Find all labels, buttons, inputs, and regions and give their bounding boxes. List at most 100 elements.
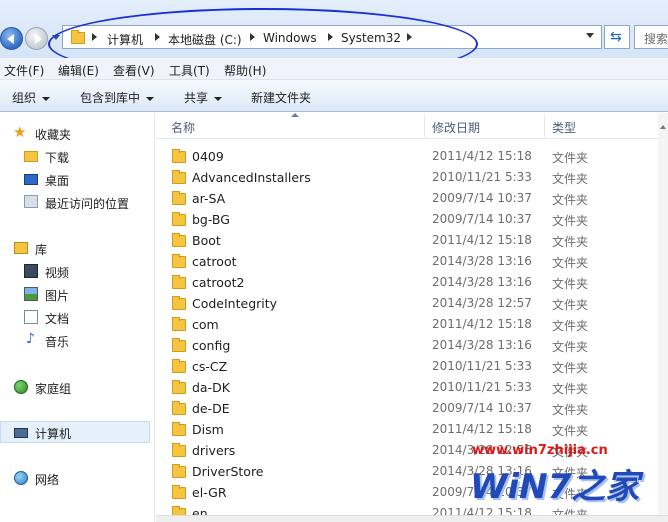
picture-icon [24, 287, 38, 301]
folder-icon [172, 359, 186, 373]
file-type: 文件夹 [552, 256, 589, 270]
nav-favorites[interactable]: ★ 收藏夹 [0, 122, 150, 144]
file-type: 文件夹 [552, 214, 589, 228]
file-type: 文件夹 [552, 403, 589, 417]
table-row[interactable]: com 2011/4/12 15:18 文件夹 [156, 314, 668, 335]
file-type: 文件夹 [552, 277, 589, 291]
nav-libraries-label: 库 [35, 243, 48, 257]
refresh-button[interactable]: ⇆ [604, 25, 630, 49]
computer-icon [14, 428, 28, 438]
folder-icon [172, 443, 186, 457]
folder-icon [172, 233, 186, 247]
file-name: de-DE [192, 401, 230, 416]
search-input[interactable]: 搜索 [634, 25, 668, 49]
menu-edit[interactable]: 编辑(E) [58, 62, 99, 79]
nav-libraries[interactable]: 库 [0, 237, 150, 259]
forward-button[interactable] [25, 27, 48, 50]
table-row[interactable]: CodeIntegrity 2014/3/28 12:57 文件夹 [156, 293, 668, 314]
column-divider[interactable] [424, 115, 425, 137]
file-type: 文件夹 [552, 319, 589, 333]
table-row[interactable]: AdvancedInstallers 2010/11/21 5:33 文件夹 [156, 167, 668, 188]
nav-pictures[interactable]: 图片 [0, 283, 150, 305]
folder-icon [172, 191, 186, 205]
file-date: 2011/4/12 15:18 [432, 422, 532, 436]
organize-button[interactable]: 组织 [12, 89, 51, 106]
nav-pictures-label: 图片 [45, 289, 70, 303]
file-name: catroot2 [192, 275, 245, 290]
file-name: com [192, 317, 219, 332]
table-row[interactable]: Dism 2011/4/12 15:18 文件夹 [156, 419, 668, 440]
column-header-type[interactable]: 类型 [552, 119, 576, 136]
folder-icon [172, 296, 186, 310]
table-row[interactable]: da-DK 2010/11/21 5:33 文件夹 [156, 377, 668, 398]
downloads-folder-icon [24, 151, 38, 162]
chevron-down-icon [146, 96, 155, 101]
menu-tools[interactable]: 工具(T) [169, 62, 210, 79]
nav-network[interactable]: 网络 [0, 467, 150, 489]
file-name: Dism [192, 422, 224, 437]
column-header-name[interactable]: 名称 [171, 119, 195, 136]
file-date: 2011/4/12 15:18 [432, 233, 532, 247]
nav-documents-label: 文档 [45, 312, 70, 326]
menu-bar: 文件(F) 编辑(E) 查看(V) 工具(T) 帮助(H) [0, 58, 668, 80]
organize-label: 组织 [12, 91, 37, 105]
file-name: el-GR [192, 485, 227, 500]
nav-recent-label: 最近访问的位置 [45, 197, 130, 211]
address-bar-region: 计算机 本地磁盘 (C:) Windows System32 ⇆ 搜索 [0, 0, 668, 80]
file-name: drivers [192, 443, 236, 458]
column-divider[interactable] [544, 115, 545, 137]
nav-homegroup[interactable]: 家庭组 [0, 376, 150, 398]
file-date: 2010/11/21 5:33 [432, 170, 532, 184]
file-type: 文件夹 [552, 298, 589, 312]
nav-documents[interactable]: 文档 [0, 306, 150, 328]
column-header-row: 名称 修改日期 类型 [156, 113, 668, 139]
nav-downloads[interactable]: 下载 [0, 145, 150, 167]
file-type: 文件夹 [552, 193, 589, 207]
column-header-date[interactable]: 修改日期 [432, 119, 480, 136]
folder-icon [172, 485, 186, 499]
file-name: cs-CZ [192, 359, 228, 374]
command-bar: 组织 包含到库中 共享 新建文件夹 [0, 80, 668, 112]
table-row[interactable]: config 2014/3/28 13:16 文件夹 [156, 335, 668, 356]
table-row[interactable]: bg-BG 2009/7/14 10:37 文件夹 [156, 209, 668, 230]
folder-icon [172, 401, 186, 415]
table-row[interactable]: catroot 2014/3/28 13:16 文件夹 [156, 251, 668, 272]
watermark: www.win7zhijia.cn WiN7之家 [470, 443, 668, 522]
file-type: 文件夹 [552, 235, 589, 249]
music-note-icon: ♪ [26, 331, 35, 347]
table-row[interactable]: de-DE 2009/7/14 10:37 文件夹 [156, 398, 668, 419]
folder-icon [172, 380, 186, 394]
address-history-dropdown-icon[interactable] [586, 33, 594, 38]
table-row[interactable]: catroot2 2014/3/28 13:16 文件夹 [156, 272, 668, 293]
menu-view[interactable]: 查看(V) [113, 62, 155, 79]
desktop-icon [24, 174, 38, 185]
folder-icon [172, 170, 186, 184]
table-row[interactable]: cs-CZ 2010/11/21 5:33 文件夹 [156, 356, 668, 377]
table-row[interactable]: ar-SA 2009/7/14 10:37 文件夹 [156, 188, 668, 209]
nav-desktop[interactable]: 桌面 [0, 168, 150, 190]
nav-computer[interactable]: 计算机 [0, 421, 150, 443]
share-button[interactable]: 共享 [184, 89, 223, 106]
file-date: 2011/4/12 15:18 [432, 149, 532, 163]
table-row[interactable]: Boot 2011/4/12 15:18 文件夹 [156, 230, 668, 251]
folder-icon [172, 317, 186, 331]
nav-recent-places[interactable]: 最近访问的位置 [0, 191, 150, 213]
file-name: AdvancedInstallers [192, 170, 311, 185]
table-row[interactable]: 0409 2011/4/12 15:18 文件夹 [156, 146, 668, 167]
document-icon [24, 310, 38, 324]
new-folder-button[interactable]: 新建文件夹 [251, 89, 311, 106]
network-icon [14, 471, 28, 485]
file-type: 文件夹 [552, 361, 589, 375]
nav-videos[interactable]: 视频 [0, 260, 150, 282]
nav-favorites-label: 收藏夹 [35, 128, 72, 142]
nav-music[interactable]: ♪ 音乐 [0, 329, 150, 351]
sort-ascending-icon [291, 113, 299, 117]
library-icon [14, 242, 28, 254]
back-button[interactable] [0, 27, 23, 50]
share-label: 共享 [184, 91, 209, 105]
menu-file[interactable]: 文件(F) [4, 62, 44, 79]
file-type: 文件夹 [552, 172, 589, 186]
menu-help[interactable]: 帮助(H) [224, 62, 266, 79]
include-in-library-button[interactable]: 包含到库中 [80, 89, 155, 106]
folder-icon [172, 338, 186, 352]
